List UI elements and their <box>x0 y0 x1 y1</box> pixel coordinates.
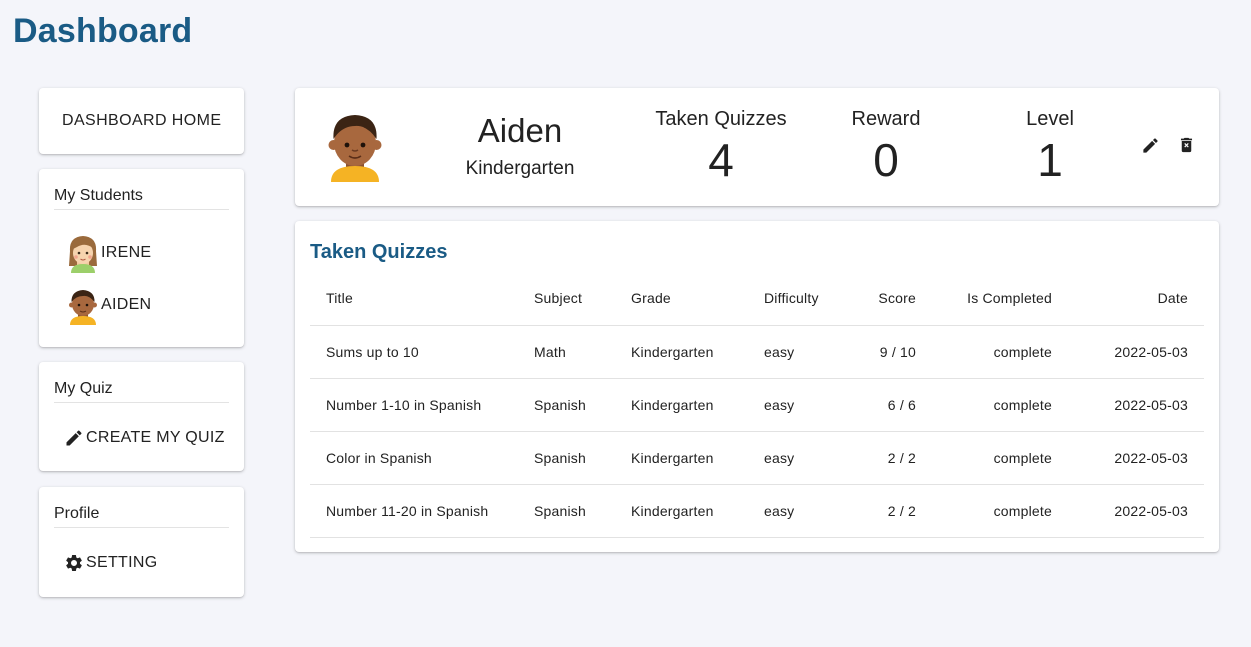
stat-label: Level <box>1026 108 1074 130</box>
gear-icon <box>66 555 82 571</box>
student-name: AIDEN <box>101 296 152 313</box>
column-header[interactable]: Title <box>310 271 534 326</box>
cell-score: 6 / 6 <box>849 378 916 432</box>
cell-title: Sums up to 10 <box>310 325 534 379</box>
student-grade: Kindergarten <box>465 158 575 179</box>
cell-subject: Spanish <box>534 378 631 432</box>
edit-student-button[interactable] <box>1141 136 1160 160</box>
column-header[interactable]: Subject <box>534 271 631 326</box>
cell-title: Number 11-20 in Spanish <box>310 484 534 538</box>
cell-date: 2022-05-03 <box>1052 325 1204 379</box>
cell-difficulty: easy <box>764 325 849 379</box>
pencil-icon <box>1143 138 1158 153</box>
girl-avatar-icon <box>69 236 97 273</box>
student-item-irene[interactable]: IRENE <box>65 233 151 273</box>
stat-value: 0 <box>873 134 899 186</box>
student-item-aiden[interactable]: AIDEN <box>65 285 151 325</box>
profile-card: Profile SETTING <box>39 487 244 597</box>
my-quiz-title: My Quiz <box>54 380 229 403</box>
cell-completed: complete <box>916 431 1052 485</box>
cell-title: Number 1-10 in Spanish <box>310 378 534 432</box>
cell-grade: Kindergarten <box>631 378 764 432</box>
cell-subject: Spanish <box>534 431 631 485</box>
cell-title: Color in Spanish <box>310 431 534 485</box>
cell-completed: complete <box>916 378 1052 432</box>
taken-quizzes-title: Taken Quizzes <box>310 241 448 263</box>
profile-title: Profile <box>54 505 229 528</box>
cell-date: 2022-05-03 <box>1052 378 1204 432</box>
column-header[interactable]: Difficulty <box>764 271 849 326</box>
cell-date: 2022-05-03 <box>1052 484 1204 538</box>
stat-reward: Reward 0 <box>826 108 946 187</box>
student-summary-card: Aiden Kindergarten Taken Quizzes 4 Rewar… <box>295 88 1219 206</box>
my-students-title: My Students <box>54 187 229 210</box>
cell-score: 9 / 10 <box>849 325 916 379</box>
cell-grade: Kindergarten <box>631 431 764 485</box>
cell-difficulty: easy <box>764 484 849 538</box>
stat-value: 4 <box>708 134 734 186</box>
page-title: Dashboard <box>13 12 193 50</box>
column-header[interactable]: Date <box>1052 271 1204 326</box>
stat-taken-quizzes: Taken Quizzes 4 <box>646 108 796 187</box>
table-row[interactable]: Number 1-10 in Spanish Spanish Kindergar… <box>310 378 1204 432</box>
setting-button[interactable]: SETTING <box>64 553 157 573</box>
table-row[interactable]: Color in Spanish Spanish Kindergarten ea… <box>310 431 1204 485</box>
stat-label: Taken Quizzes <box>655 108 787 130</box>
cell-subject: Spanish <box>534 484 631 538</box>
stat-value: 1 <box>1037 134 1063 186</box>
table-row[interactable]: Number 11-20 in Spanish Spanish Kinderga… <box>310 484 1204 538</box>
create-quiz-button[interactable]: CREATE MY QUIZ <box>64 428 225 448</box>
cell-completed: complete <box>916 325 1052 379</box>
cell-grade: Kindergarten <box>631 484 764 538</box>
my-quiz-card: My Quiz CREATE MY QUIZ <box>39 362 244 471</box>
stat-label: Reward <box>851 108 921 130</box>
taken-quizzes-card: Taken Quizzes Title Subject Grade Diffic… <box>295 221 1219 552</box>
my-students-card: My Students IRENE AIDEN <box>39 169 244 347</box>
create-quiz-label: CREATE MY QUIZ <box>86 429 225 446</box>
cell-date: 2022-05-03 <box>1052 431 1204 485</box>
quizzes-table: Title Subject Grade Difficulty Score Is … <box>310 271 1204 538</box>
stat-level: Level 1 <box>990 108 1110 187</box>
setting-label: SETTING <box>86 554 158 571</box>
cell-score: 2 / 2 <box>849 431 916 485</box>
cell-difficulty: easy <box>764 431 849 485</box>
table-row[interactable]: Sums up to 10 Math Kindergarten easy 9 /… <box>310 325 1204 379</box>
boy-avatar-icon <box>69 290 97 325</box>
trash-icon <box>1180 137 1193 153</box>
boy-avatar-icon <box>328 115 382 182</box>
cell-completed: complete <box>916 484 1052 538</box>
table-header-row: Title Subject Grade Difficulty Score Is … <box>310 271 1204 326</box>
delete-student-button[interactable] <box>1177 135 1196 160</box>
column-header[interactable]: Score <box>849 271 916 326</box>
nav-home-card: DASHBOARD HOME <box>39 88 244 154</box>
pencil-icon <box>66 430 82 446</box>
cell-difficulty: easy <box>764 378 849 432</box>
column-header[interactable]: Grade <box>631 271 764 326</box>
cell-grade: Kindergarten <box>631 325 764 379</box>
column-header[interactable]: Is Completed <box>916 271 1052 326</box>
dashboard-home-button[interactable]: DASHBOARD HOME <box>62 112 221 130</box>
student-name: IRENE <box>101 244 152 261</box>
cell-subject: Math <box>534 325 631 379</box>
student-name-heading: Aiden <box>477 112 563 149</box>
cell-score: 2 / 2 <box>849 484 916 538</box>
